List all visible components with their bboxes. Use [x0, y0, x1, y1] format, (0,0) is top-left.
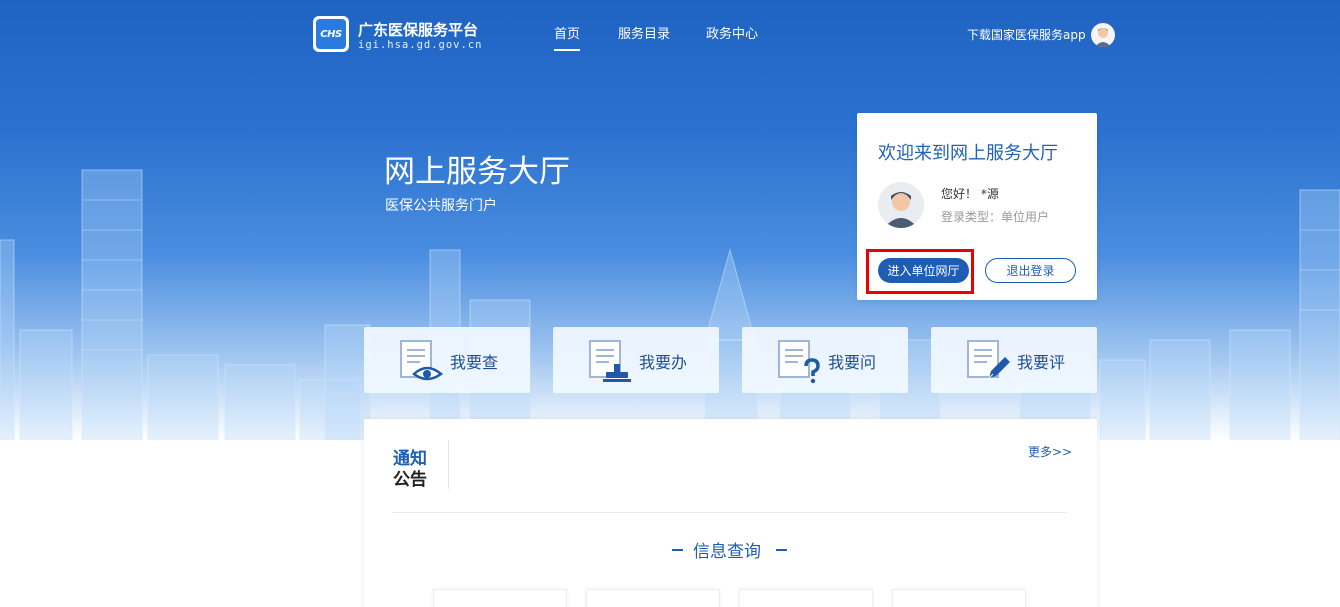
action-label: 我要查 — [450, 353, 499, 372]
doc-eye-icon — [400, 340, 444, 381]
action-label: 我要办 — [639, 353, 688, 372]
hero-title: 网上服务大厅 — [384, 154, 570, 190]
user-avatar-icon[interactable] — [1091, 23, 1115, 47]
nav-service-catalog[interactable]: 服务目录 — [618, 23, 670, 42]
nav-home[interactable]: 首页 — [554, 23, 581, 51]
title-dash-right — [776, 549, 787, 551]
query-card[interactable] — [739, 589, 873, 607]
query-card[interactable] — [892, 589, 1026, 607]
download-app-link[interactable]: 下载国家医保服务app — [967, 26, 1086, 43]
site-url: igi.hsa.gd.gov.cn — [358, 39, 483, 51]
action-tile-ask[interactable]: 我要问 — [742, 327, 908, 393]
title-dash-left — [672, 549, 683, 551]
action-tile-evaluate[interactable]: 我要评 — [931, 327, 1097, 393]
site-name: 广东医保服务平台 — [358, 21, 479, 39]
section-divider — [392, 512, 1067, 513]
greeting-text: 您好！ *源 — [941, 187, 999, 201]
logo-mark: CHS — [316, 19, 346, 49]
section-title: 信息查询 — [693, 542, 761, 562]
doc-pen-icon — [967, 340, 1010, 379]
action-label: 我要问 — [828, 353, 877, 372]
login-type-text: 登录类型：单位用户 — [941, 210, 1050, 224]
enter-unit-hall-button[interactable]: 进入单位网厅 — [878, 258, 969, 283]
doc-question-icon — [778, 340, 820, 384]
user-avatar-icon — [878, 182, 924, 228]
action-tile-handle[interactable]: 我要办 — [553, 327, 719, 393]
action-label: 我要评 — [1017, 353, 1066, 372]
city-skyline-illustration — [0, 169, 1340, 440]
notice-title-line2: 公告 — [393, 470, 427, 490]
query-card[interactable] — [586, 589, 720, 607]
logout-button[interactable]: 退出登录 — [985, 258, 1076, 283]
welcome-title: 欢迎来到网上服务大厅 — [878, 143, 1058, 164]
nav-government-center[interactable]: 政务中心 — [706, 23, 758, 42]
query-card[interactable] — [433, 589, 567, 607]
hero-subtitle: 医保公共服务门户 — [385, 198, 497, 214]
doc-stamp-icon — [589, 340, 631, 382]
notice-divider — [448, 440, 449, 489]
action-tile-query[interactable]: 我要查 — [364, 327, 530, 393]
chs-logo[interactable]: CHS — [313, 16, 349, 52]
welcome-card: 欢迎来到网上服务大厅 您好！ *源 登录类型：单位用户 进入单位网厅 退出登录 — [857, 113, 1097, 300]
more-link[interactable]: 更多>> — [1028, 443, 1072, 460]
content-card: 通知 公告 更多>> 信息查询 — [364, 419, 1097, 607]
